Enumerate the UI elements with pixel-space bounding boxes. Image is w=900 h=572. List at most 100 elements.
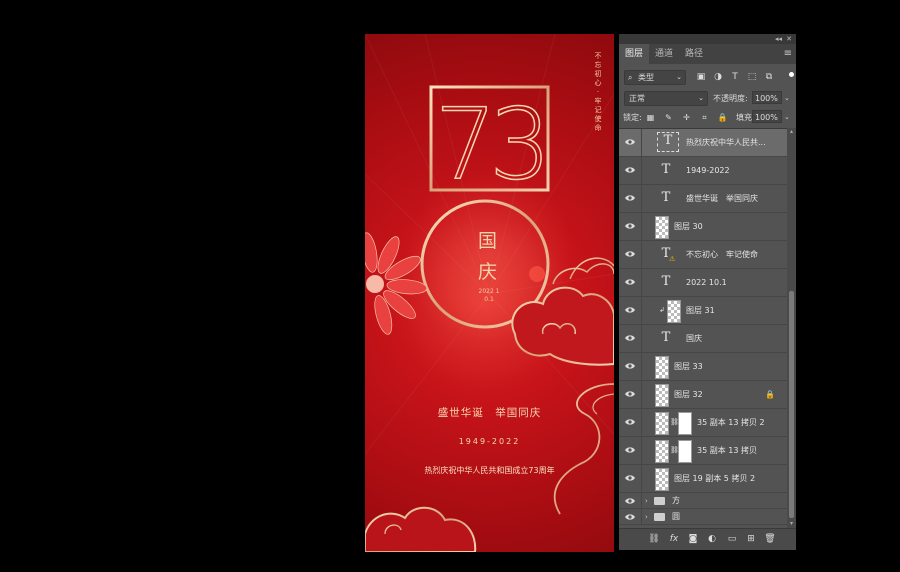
eye-visibility-icon[interactable] [625, 166, 635, 174]
layer-thumbnail [655, 412, 669, 435]
layer-name[interactable]: 图层 33 [674, 353, 703, 381]
eye-visibility-icon[interactable] [625, 278, 635, 286]
layer-row[interactable]: T 热烈庆祝中华人民共... [619, 129, 787, 157]
adjustment-layer-icon[interactable]: ◐ [706, 533, 718, 545]
tab-channels[interactable]: 通道 [649, 44, 679, 64]
lock-position-icon[interactable]: ✛ [681, 111, 692, 124]
layer-group-row[interactable]: › 圆 [619, 509, 787, 525]
adjustment-filter-icon[interactable]: ◑ [712, 71, 724, 83]
layer-row[interactable]: ⛓ 35 副本 13 拷贝 2 [619, 409, 787, 437]
layer-name[interactable]: 2022 10.1 [686, 269, 727, 297]
text-layer-icon: T [661, 162, 671, 177]
fill-chevron-icon[interactable]: ⌄ [784, 111, 790, 124]
opacity-chevron-icon[interactable]: ⌄ [784, 92, 790, 105]
fx-icon[interactable]: fx [668, 533, 680, 545]
scroll-thumb[interactable] [789, 291, 794, 518]
layer-row[interactable]: ↲ 图层 31 [619, 297, 787, 325]
link-layers-icon[interactable]: ⛓ [648, 533, 660, 545]
add-mask-icon[interactable]: ◙ [687, 533, 699, 545]
layer-row[interactable]: 图层 33 [619, 353, 787, 381]
chevron-right-icon[interactable]: › [645, 512, 648, 522]
row-divider [641, 185, 642, 212]
delete-layer-icon[interactable]: 🗑 [764, 533, 776, 545]
lock-image-icon[interactable]: ✎ [663, 111, 674, 124]
layers-scrollbar[interactable]: ▴ ▾ [787, 128, 796, 528]
text-layer-icon: T [661, 330, 671, 345]
filter-kind-select[interactable]: ⌕ 类型 ⌄ [624, 70, 686, 85]
image-filter-icon[interactable]: ▣ [695, 71, 707, 83]
layer-name[interactable]: 图层 32 [674, 381, 703, 409]
shape-filter-icon[interactable]: ⬚ [746, 71, 758, 83]
layer-name[interactable]: 35 副本 13 拷贝 2 [697, 409, 765, 437]
eye-visibility-icon[interactable] [625, 497, 635, 505]
vertical-motto: 不忘初心·牢记使命 [594, 52, 602, 132]
row-divider [641, 465, 642, 492]
layer-name[interactable]: 盛世华诞 举国同庆 [686, 185, 758, 213]
tab-layers[interactable]: 图层 [619, 44, 650, 64]
eye-visibility-icon[interactable] [625, 362, 635, 370]
text-layer-icon: T [657, 132, 679, 152]
fill-input[interactable]: 100% [752, 110, 782, 123]
layer-name[interactable]: 图层 31 [686, 297, 715, 325]
layer-name[interactable]: 35 副本 13 拷贝 [697, 437, 757, 465]
new-group-icon[interactable]: ▭ [726, 533, 738, 545]
layer-thumbnail [655, 440, 669, 463]
filter-toggle[interactable] [789, 72, 794, 77]
layer-row[interactable]: T 2022 10.1 [619, 269, 787, 297]
layer-row[interactable]: 图层 32 🔒 [619, 381, 787, 409]
eye-visibility-icon[interactable] [625, 513, 635, 521]
eye-visibility-icon[interactable] [625, 138, 635, 146]
layer-name[interactable]: 国庆 [686, 325, 702, 353]
layer-name[interactable]: 1949-2022 [686, 157, 730, 185]
layer-name[interactable]: 不忘初心 牢记使命 [686, 241, 758, 269]
document-canvas[interactable]: 73 不忘初心·牢记使命 国庆 2022 10.1 盛世华诞 举国同庆 1949… [365, 34, 614, 552]
eye-visibility-icon[interactable] [625, 446, 635, 454]
layer-row[interactable]: T ⚠ 不忘初心 牢记使命 [619, 241, 787, 269]
layer-row[interactable]: T 国庆 [619, 325, 787, 353]
mask-link-icon[interactable]: ⛓ [670, 445, 679, 455]
opacity-input[interactable]: 100% [752, 91, 782, 104]
chevron-right-icon[interactable]: › [645, 496, 648, 506]
layer-name[interactable]: 热烈庆祝中华人民共... [686, 129, 766, 157]
layer-name[interactable]: 图层 19 副本 5 拷贝 2 [674, 465, 755, 493]
warning-icon: ⚠ [669, 255, 676, 263]
scroll-up-icon[interactable]: ▴ [787, 128, 796, 136]
eye-visibility-icon[interactable] [625, 250, 635, 258]
layer-name[interactable]: 圆 [672, 509, 680, 525]
layer-thumbnail [655, 216, 669, 239]
type-filter-icon[interactable]: T [729, 71, 741, 83]
collapse-icon[interactable]: ◂◂ [775, 34, 782, 44]
eye-visibility-icon[interactable] [625, 418, 635, 426]
panel-menu-icon[interactable]: ≡ [784, 48, 792, 59]
eye-visibility-icon[interactable] [625, 222, 635, 230]
scroll-down-icon[interactable]: ▾ [787, 520, 796, 528]
new-layer-icon[interactable]: ⊞ [745, 533, 757, 545]
layer-mask-thumbnail[interactable] [678, 440, 692, 463]
layer-row[interactable]: T 1949-2022 [619, 157, 787, 185]
layer-row[interactable]: T 盛世华诞 举国同庆 [619, 185, 787, 213]
layer-group-row[interactable]: › 方 [619, 493, 787, 509]
tab-paths[interactable]: 路径 [679, 44, 709, 64]
lock-transparent-icon[interactable]: ▦ [645, 111, 656, 124]
eye-visibility-icon[interactable] [625, 194, 635, 202]
eye-visibility-icon[interactable] [625, 334, 635, 342]
mask-link-icon[interactable]: ⛓ [670, 417, 679, 427]
row-divider [641, 241, 642, 268]
eye-visibility-icon[interactable] [625, 390, 635, 398]
folder-icon [654, 513, 665, 521]
lock-label: 锁定: [623, 113, 642, 122]
layer-name[interactable]: 方 [672, 493, 680, 509]
smart-object-filter-icon[interactable]: ⧉ [763, 71, 775, 83]
layer-row[interactable]: 图层 30 [619, 213, 787, 241]
lock-all-icon[interactable]: 🔒 [717, 111, 728, 124]
lock-artboard-icon[interactable]: ⌗ [699, 111, 710, 124]
blend-mode-select[interactable]: 正常 ⌄ [624, 91, 708, 106]
panel-title-bar[interactable]: ◂◂ ✕ [619, 34, 796, 44]
eye-visibility-icon[interactable] [625, 306, 635, 314]
close-icon[interactable]: ✕ [786, 34, 792, 44]
layer-row[interactable]: 图层 19 副本 5 拷贝 2 [619, 465, 787, 493]
layer-mask-thumbnail[interactable] [678, 412, 692, 435]
layer-row[interactable]: ⛓ 35 副本 13 拷贝 [619, 437, 787, 465]
eye-visibility-icon[interactable] [625, 474, 635, 482]
layer-name[interactable]: 图层 30 [674, 213, 703, 241]
